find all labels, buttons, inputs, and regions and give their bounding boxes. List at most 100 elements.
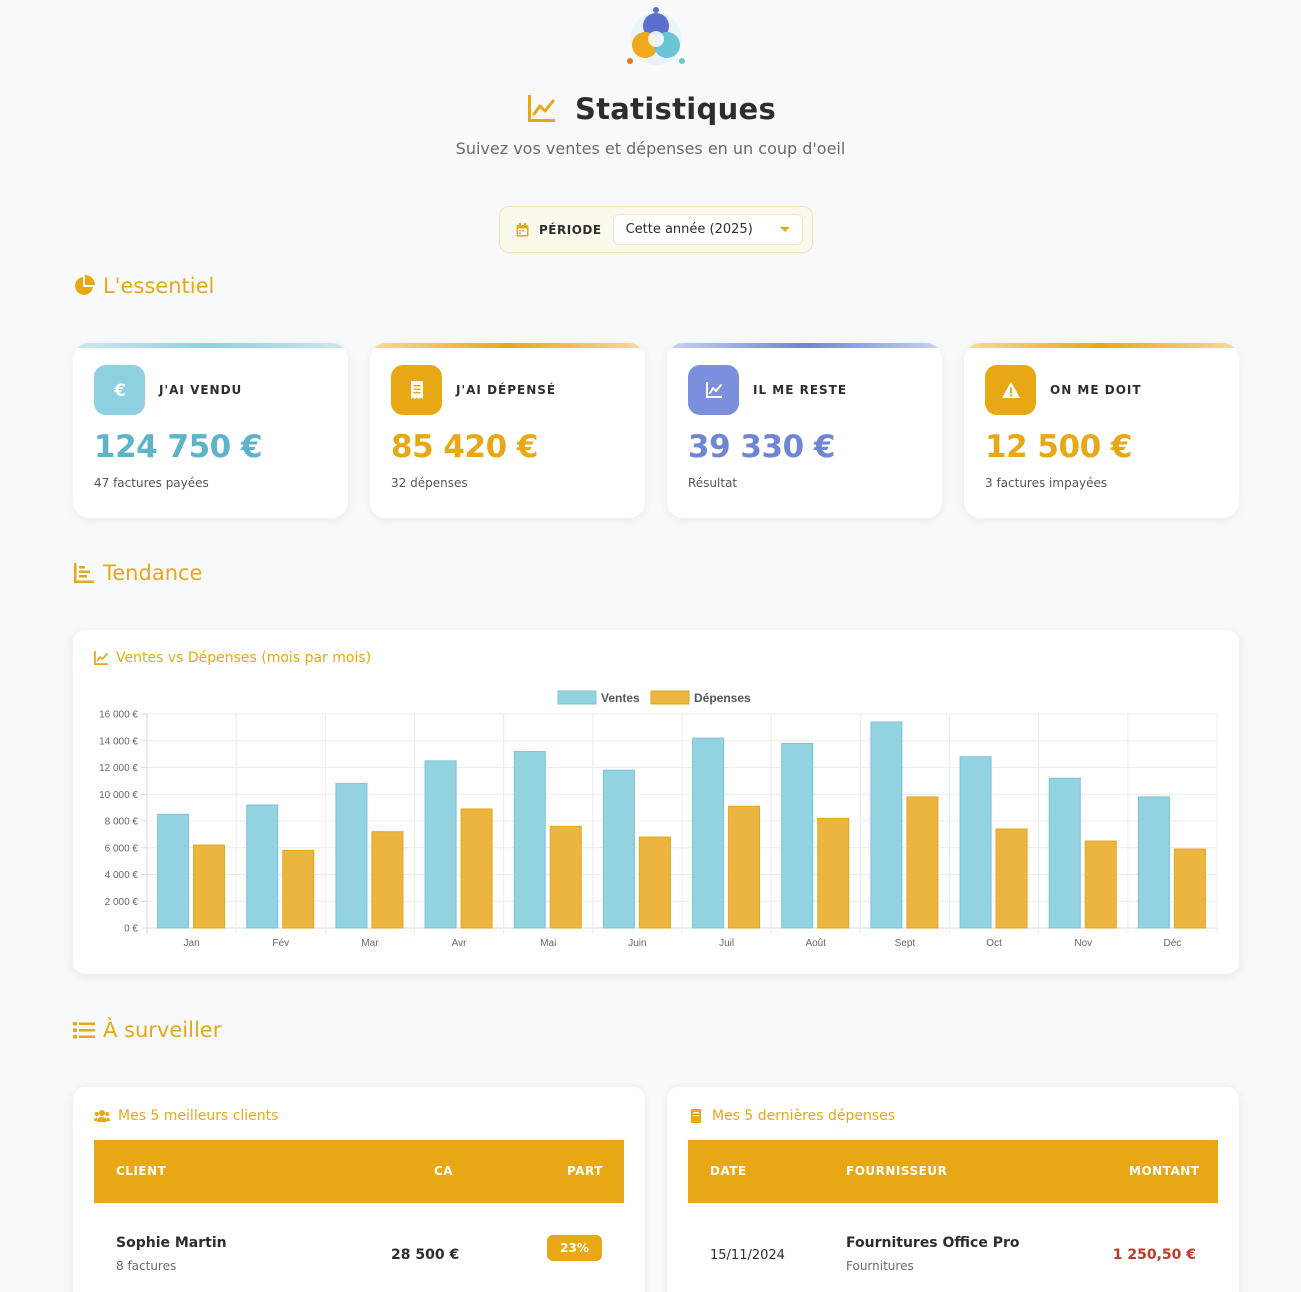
- bar-dépenses: [728, 805, 761, 929]
- kpi-label: IL ME RESTE: [753, 383, 848, 397]
- column-header-amount[interactable]: MONTANT: [1129, 1164, 1199, 1178]
- y-tick-label: 10 000 €: [99, 790, 138, 801]
- svg-text:€: €: [113, 381, 126, 400]
- expense-date: 15/11/2024: [710, 1248, 785, 1263]
- x-tick-label: Fév: [272, 938, 289, 949]
- bar-dépenses: [638, 836, 671, 929]
- column-header-ca[interactable]: CA: [434, 1164, 453, 1178]
- kpi-value: 12 500 €: [985, 429, 1133, 465]
- pie-chart-icon: [75, 275, 95, 295]
- bar-ventes: [424, 760, 457, 929]
- column-header-part[interactable]: PART: [567, 1164, 603, 1178]
- period-selected-value: Cette année (2025): [625, 222, 753, 237]
- page-subtitle: Suivez vos ventes et dépenses en un coup…: [455, 139, 846, 158]
- x-tick-label: Août: [805, 938, 826, 949]
- kpi-sub: Résultat: [688, 476, 738, 490]
- bar-ventes: [602, 769, 635, 929]
- client-name: Sophie Martin: [116, 1235, 227, 1251]
- share-badge: 23%: [547, 1235, 602, 1261]
- column-header-supplier[interactable]: FOURNISSEUR: [846, 1164, 947, 1178]
- kpi-sub: 47 factures payées: [94, 476, 209, 490]
- kpi-card-owed: ON ME DOIT 12 500 € 3 factures impayées: [964, 343, 1239, 518]
- bar-ventes: [513, 750, 546, 929]
- book-icon: [691, 1109, 701, 1123]
- x-tick-label: Jan: [184, 938, 200, 949]
- chevron-down-icon: [779, 227, 790, 232]
- column-header-client[interactable]: CLIENT: [116, 1164, 166, 1178]
- kpi-label: J'AI DÉPENSÉ: [456, 383, 557, 397]
- legend-label: Ventes: [601, 691, 640, 705]
- bar-dépenses: [193, 844, 226, 929]
- bar-dépenses: [549, 825, 582, 929]
- app-logo: [627, 7, 685, 65]
- sales-vs-expenses-chart-card: Ventes vs Dépenses (mois par mois) 0 €2 …: [73, 630, 1239, 974]
- period-filter: PÉRIODE Cette année (2025): [499, 206, 813, 253]
- receipt-icon: [391, 365, 442, 415]
- legend-swatch: [650, 690, 690, 705]
- kpi-value: 124 750 €: [94, 429, 263, 465]
- kpi-sub: 32 dépenses: [391, 476, 468, 490]
- bar-chart-icon: [74, 563, 94, 583]
- y-tick-label: 6 000 €: [105, 843, 139, 854]
- column-header-date[interactable]: DATE: [710, 1164, 747, 1178]
- kpi-value: 39 330 €: [688, 429, 836, 465]
- sales-vs-expenses-chart: 0 € 2 000 € 4 000 € 6 000 € 8 000 € 10 000 € 1…: [99, 690, 1218, 949]
- section-title-tendance: Tendance: [73, 561, 202, 585]
- top-clients-card: Mes 5 meilleurs clients CLIENT CA PART S…: [73, 1087, 645, 1292]
- bar-ventes: [335, 783, 368, 929]
- legend-label: Dépenses: [694, 691, 751, 705]
- client-invoice-count: 8 factures: [116, 1259, 177, 1273]
- table-row[interactable]: Sophie Martin 8 factures 28 500 € 23%: [94, 1203, 624, 1292]
- bar-dépenses: [460, 808, 493, 929]
- bar-ventes: [870, 721, 903, 929]
- x-tick-label: Mai: [540, 938, 556, 949]
- calendar-icon: [516, 222, 529, 236]
- bar-dépenses: [906, 796, 939, 929]
- client-revenue: 28 500 €: [391, 1247, 460, 1263]
- x-tick-label: Mar: [361, 938, 379, 949]
- x-tick-label: Juil: [719, 938, 734, 949]
- y-tick-label: 8 000 €: [105, 817, 139, 828]
- bar-ventes: [959, 756, 992, 929]
- bar-dépenses: [995, 828, 1028, 929]
- x-tick-label: Sept: [895, 938, 916, 949]
- table-row[interactable]: 15/11/2024 Fournitures Office Pro Fourni…: [688, 1203, 1218, 1292]
- euro-icon: €: [94, 365, 145, 415]
- bar-dépenses: [1173, 848, 1206, 929]
- expense-supplier: Fournitures Office Pro: [846, 1235, 1020, 1251]
- x-tick-label: Avr: [452, 938, 467, 949]
- bar-ventes: [157, 813, 190, 929]
- section-title-surveiller: À surveiller: [73, 1018, 221, 1042]
- bar-dépenses: [817, 817, 850, 929]
- x-tick-label: Déc: [1164, 938, 1182, 949]
- chart-line-icon: [688, 365, 739, 415]
- section-title-essentiel: L'essentiel: [73, 274, 214, 298]
- y-tick-label: 4 000 €: [105, 870, 139, 881]
- legend-swatch: [557, 690, 597, 705]
- warning-icon: [985, 365, 1036, 415]
- bar-ventes: [1048, 777, 1081, 929]
- page-header: Statistiques: [0, 92, 1301, 126]
- y-tick-label: 14 000 €: [99, 736, 138, 747]
- chart-line-icon: [527, 95, 555, 122]
- kpi-label: ON ME DOIT: [1050, 383, 1142, 397]
- bar-dépenses: [1084, 840, 1117, 929]
- expense-amount: 1 250,50 €: [1112, 1247, 1196, 1263]
- clients-table-header: CLIENT CA PART: [94, 1140, 624, 1203]
- kpi-card-sold: € J'AI VENDU 124 750 € 47 factures payée…: [73, 343, 348, 518]
- y-tick-label: 0 €: [124, 924, 138, 935]
- kpi-card-remaining: IL ME RESTE 39 330 € Résultat: [667, 343, 942, 518]
- y-tick-label: 16 000 €: [99, 710, 138, 721]
- kpi-card-spent: J'AI DÉPENSÉ 85 420 € 32 dépenses: [370, 343, 645, 518]
- bar-ventes: [781, 742, 814, 929]
- recent-expenses-card: Mes 5 dernières dépenses DATE FOURNISSEU…: [667, 1087, 1239, 1292]
- x-tick-label: Nov: [1074, 938, 1092, 949]
- x-tick-label: Oct: [986, 938, 1002, 949]
- period-select[interactable]: Cette année (2025): [612, 214, 803, 245]
- expenses-table-header: DATE FOURNISSEUR MONTANT: [688, 1140, 1218, 1203]
- list-icon: [73, 1022, 95, 1039]
- bar-dépenses: [371, 831, 404, 929]
- y-tick-label: 12 000 €: [99, 763, 138, 774]
- bar-dépenses: [282, 849, 315, 929]
- bar-ventes: [1137, 796, 1170, 929]
